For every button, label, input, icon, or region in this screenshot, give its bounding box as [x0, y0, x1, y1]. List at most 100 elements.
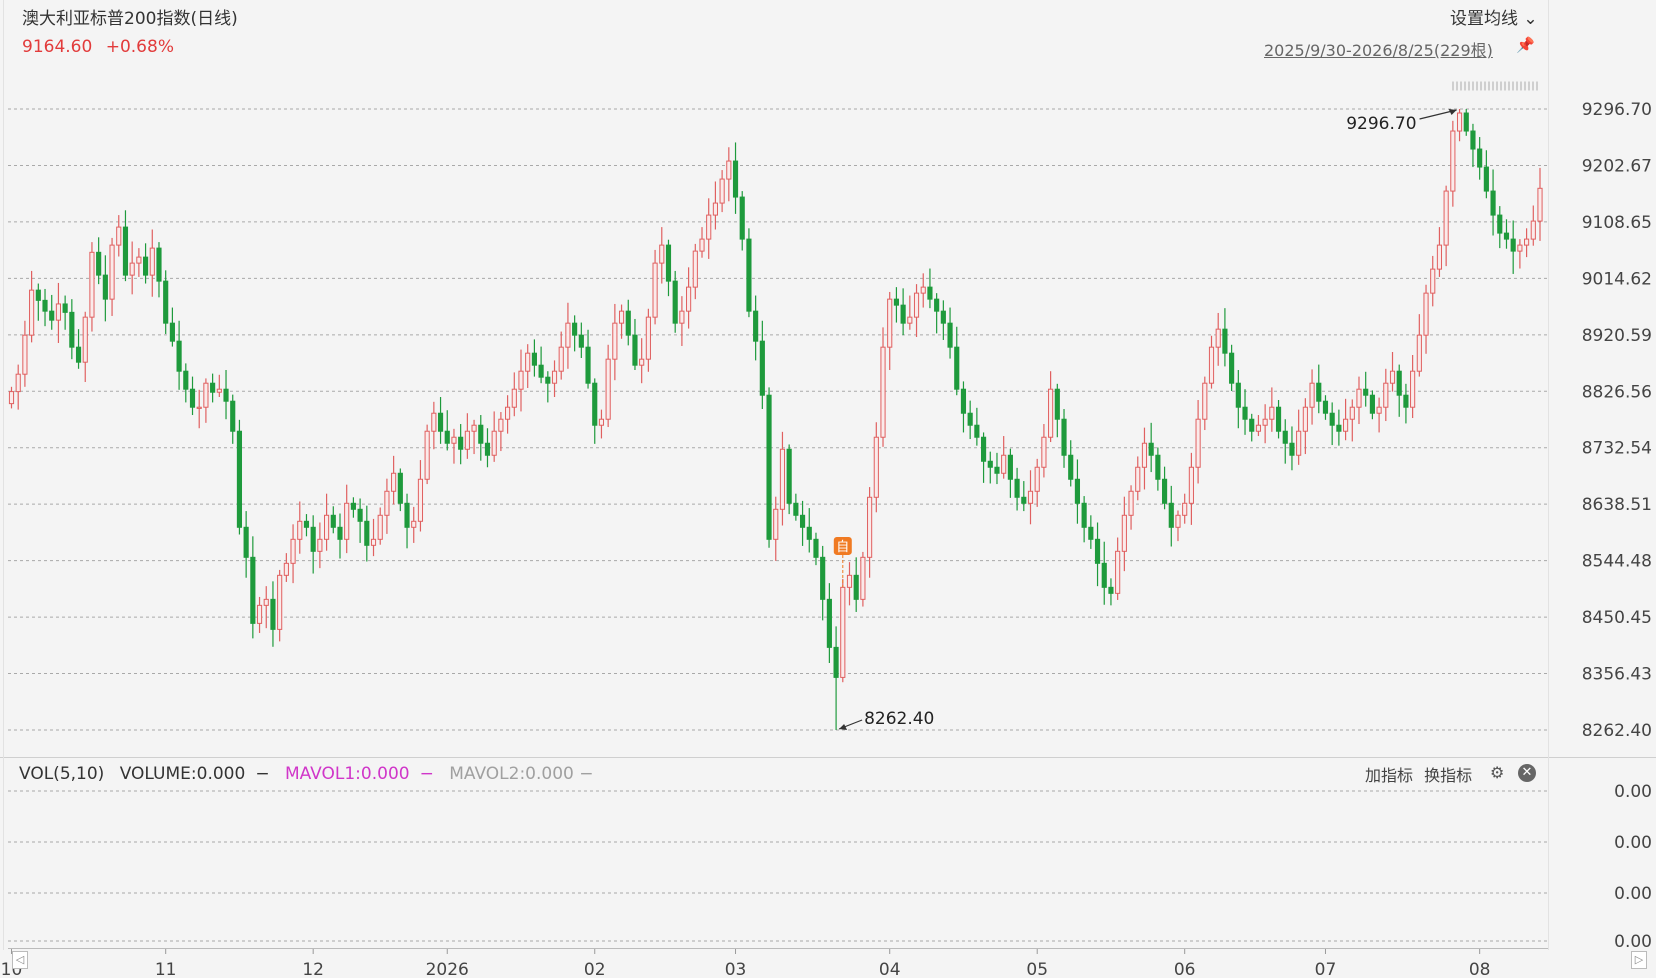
price-tick-label: 8450.45 — [1582, 608, 1652, 628]
volume-indicator-name: VOL(5,10) — [19, 764, 105, 784]
candle-body-up — [873, 436, 879, 498]
candle-body-up — [773, 508, 779, 540]
candle-body-down — [820, 556, 826, 600]
candle-body-up — [1524, 238, 1530, 246]
candle-body-down — [1363, 388, 1369, 396]
candle-body-down — [766, 394, 772, 540]
candle-body-up — [719, 178, 725, 204]
candle-body-down — [1021, 496, 1027, 504]
chart-title: 澳大利亚标普200指数(日线) — [22, 9, 238, 29]
ma-setting-button[interactable]: 设置均线 ⌄ — [1450, 4, 1538, 29]
candle-body-down — [538, 364, 544, 378]
candle-body-up — [451, 436, 457, 444]
candlestick-chart[interactable]: 9296.70 8262.40 自 9296.70 9202.67 9108.65 901… — [0, 0, 1656, 978]
candle-body-up — [1343, 418, 1349, 432]
time-tick-label: 04 — [879, 960, 901, 978]
candle-body-down — [974, 424, 980, 438]
candle-body-down — [337, 526, 343, 540]
volume-tick-label: 0.00 — [1614, 782, 1652, 802]
candle-body-down — [1148, 442, 1154, 456]
candle-body-up — [639, 358, 645, 366]
candle-body-down — [826, 598, 832, 648]
time-tick-label: 08 — [1469, 960, 1491, 978]
candle-body-down — [799, 514, 806, 528]
add-indicator-button[interactable]: 加指标 — [1365, 766, 1413, 785]
candle-body-down — [786, 448, 792, 504]
candle-body-up — [511, 388, 517, 408]
candle-body-up — [116, 226, 122, 246]
candle-body-down — [163, 280, 169, 324]
time-tick-label: 07 — [1315, 960, 1337, 978]
candle-body-up — [109, 244, 115, 300]
candle-body-up — [8, 391, 15, 405]
candle-body-down — [96, 251, 102, 276]
candle-body-up — [1302, 406, 1308, 432]
date-range-link[interactable]: 2025/9/30-2026/8/25(229根) — [1264, 37, 1493, 61]
candle-body-down — [967, 412, 973, 426]
candle-body-down — [833, 646, 839, 678]
candle-body-down — [350, 502, 356, 510]
switch-indicator-button[interactable]: 换指标 — [1424, 766, 1472, 785]
candle-body-up — [377, 514, 383, 540]
pin-icon[interactable]: 📌 — [1516, 36, 1535, 54]
candle-body-down — [1081, 502, 1087, 528]
gear-icon[interactable]: ⚙ — [1490, 763, 1504, 782]
candle-body-up — [149, 247, 155, 276]
candle-body-down — [223, 388, 229, 402]
candle-body-down — [947, 322, 953, 348]
extreme-annotations: 9296.70 8262.40 自 — [833, 81, 1540, 730]
candle-body-up — [1041, 436, 1047, 468]
candle-body-down — [69, 311, 75, 348]
candle-body-up — [22, 334, 28, 375]
candle-body-down — [1088, 526, 1094, 540]
candle-body-down — [994, 466, 1000, 474]
arrow-left-icon[interactable]: ◁ — [12, 951, 28, 969]
candle-body-down — [1322, 400, 1329, 414]
time-axis: 10 11 12 2026 02 03 04 05 06 07 08 — [1, 948, 1548, 978]
candle-body-down — [893, 298, 899, 306]
candle-body-down — [303, 520, 310, 528]
candle-body-up — [370, 538, 377, 546]
candle-body-up — [1296, 430, 1302, 456]
time-tick-label: 12 — [302, 960, 324, 978]
candle-body-up — [29, 289, 35, 336]
ma-setting-label: 设置均线 — [1450, 9, 1518, 29]
candle-body-down — [1155, 454, 1161, 480]
price-axis: 9296.70 9202.67 9108.65 9014.62 8920.59 8826.… — [1582, 100, 1652, 741]
candle-body-down — [364, 520, 370, 546]
candle-body-down — [1007, 454, 1013, 480]
candle-body-down — [49, 310, 55, 321]
candle-body-up — [424, 430, 430, 480]
candle-body-down — [531, 352, 537, 366]
candle-body-down — [585, 346, 591, 384]
candle-body-down — [310, 526, 316, 552]
candle-body-down — [458, 436, 464, 450]
candle-body-up — [1208, 346, 1215, 384]
candle-body-up — [1001, 454, 1007, 474]
candle-body-up — [618, 310, 625, 324]
candle-body-up — [1436, 244, 1443, 270]
candle-body-down — [484, 442, 491, 456]
candle-body-up — [1383, 382, 1389, 408]
candle-body-down — [954, 346, 960, 390]
candle-body-up — [15, 373, 21, 393]
arrow-right-icon[interactable]: ▷ — [1631, 951, 1647, 969]
close-icon[interactable]: ✕ — [1518, 764, 1536, 782]
volume-tick-label: 0.00 — [1614, 932, 1652, 952]
candle-body-down — [35, 289, 41, 301]
candle-body-up — [317, 538, 323, 552]
candle-body-down — [1222, 328, 1228, 354]
candle-body-down — [1275, 406, 1282, 432]
price-tick-label: 8732.54 — [1582, 439, 1652, 459]
candle-body-down — [156, 247, 162, 282]
candle-body-up — [1027, 490, 1034, 504]
candle-body-down — [625, 310, 631, 336]
candle-body-down — [236, 430, 243, 528]
candle-body-up — [645, 316, 651, 360]
price-tick-label: 8920.59 — [1582, 326, 1652, 346]
candle-body-down — [1503, 232, 1510, 240]
candle-body-up — [1456, 112, 1463, 132]
candle-body-up — [726, 160, 732, 180]
candle-body-down — [592, 382, 598, 426]
candle-body-up — [1423, 292, 1429, 336]
